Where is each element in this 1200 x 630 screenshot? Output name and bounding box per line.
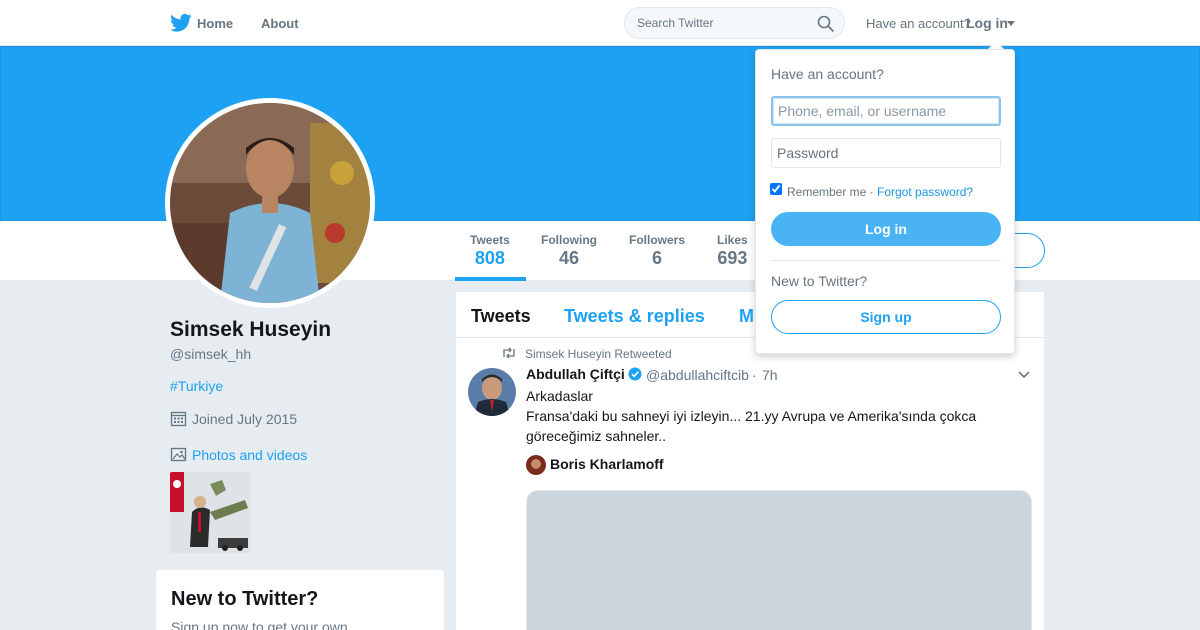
stat-label: Followers xyxy=(629,233,686,247)
stat-tweets[interactable]: Tweets 808 xyxy=(470,233,510,269)
login-button[interactable]: Log in xyxy=(771,212,1001,246)
username-field[interactable] xyxy=(771,96,1001,126)
remember-me-checkbox[interactable] xyxy=(770,183,782,195)
stat-label: Likes xyxy=(717,233,748,247)
remember-me-label[interactable]: Remember me · xyxy=(787,185,874,199)
retweet-icon xyxy=(503,347,515,359)
stat-likes[interactable]: Likes 693 xyxy=(717,233,748,269)
verified-badge-icon xyxy=(628,367,642,381)
forgot-password-link[interactable]: Forgot password? xyxy=(877,185,973,199)
login-menu-link[interactable]: Log in xyxy=(966,15,1008,31)
active-tab-underline xyxy=(455,277,526,281)
stat-value: 6 xyxy=(652,248,663,268)
profile-hashtag-link[interactable]: #Turkiye xyxy=(170,378,223,394)
tweet-text: Arkadaslar Fransa'daki bu sahneyi iyi iz… xyxy=(526,388,977,444)
joined-date: Joined July 2015 xyxy=(192,411,298,427)
login-dropdown-title: Have an account? xyxy=(771,66,884,82)
tweet-author-name[interactable]: Abdullah Çiftçi xyxy=(526,366,625,382)
tweet-separator: · xyxy=(752,367,757,383)
profile-name[interactable]: Simsek Huseyin xyxy=(170,318,331,342)
stat-value: 693 xyxy=(717,248,748,268)
signup-promo-card: New to Twitter? Sign up now to get your … xyxy=(156,570,444,630)
avatar-photo xyxy=(170,103,370,303)
image-icon xyxy=(170,447,187,462)
search-icon[interactable] xyxy=(817,15,834,32)
password-field[interactable] xyxy=(771,138,1001,168)
photos-and-videos-link[interactable]: Photos and videos xyxy=(192,447,307,463)
media-thumbnail[interactable] xyxy=(170,472,251,553)
tweet-author-handle[interactable]: @abdullahciftcib xyxy=(646,367,749,383)
stat-label: Following xyxy=(541,233,597,247)
search-box xyxy=(624,7,845,39)
tweet-author-avatar[interactable] xyxy=(468,368,516,416)
top-navigation-bar: Home About Have an account? Log in xyxy=(0,0,1200,46)
stat-label: Tweets xyxy=(470,233,510,247)
nav-about-link[interactable]: About xyxy=(261,16,299,31)
signup-button[interactable]: Sign up xyxy=(771,300,1001,334)
dropdown-divider xyxy=(771,260,1001,261)
twitter-bird-icon[interactable] xyxy=(170,13,192,33)
stat-value: 808 xyxy=(474,248,505,268)
tweet-media-card[interactable] xyxy=(526,490,1032,630)
search-input[interactable] xyxy=(625,8,810,38)
tab-tweets-and-replies[interactable]: Tweets & replies xyxy=(564,306,705,327)
stat-value: 46 xyxy=(558,248,580,268)
login-dropdown: Have an account? Remember me · Forgot pa… xyxy=(755,49,1015,354)
tab-tweets[interactable]: Tweets xyxy=(471,306,531,327)
stat-following[interactable]: Following 46 xyxy=(541,233,597,269)
quoted-author-avatar[interactable] xyxy=(526,455,546,475)
nav-home-link[interactable]: Home xyxy=(197,16,233,31)
signup-card-text: Sign up now to get your own xyxy=(171,619,348,630)
signup-card-title: New to Twitter? xyxy=(171,588,319,610)
have-account-text: Have an account? xyxy=(866,16,971,31)
chevron-down-icon[interactable] xyxy=(1007,21,1015,26)
calendar-icon xyxy=(170,411,187,427)
quoted-author-name[interactable]: Boris Kharlamoff xyxy=(550,456,664,472)
chevron-down-icon[interactable] xyxy=(1018,371,1030,379)
tweet-timestamp[interactable]: 7h xyxy=(762,367,778,383)
profile-handle[interactable]: @simsek_hh xyxy=(170,346,251,362)
profile-avatar[interactable] xyxy=(165,98,375,308)
new-to-twitter-text: New to Twitter? xyxy=(771,273,868,289)
retweeted-by-text[interactable]: Simsek Huseyin Retweeted xyxy=(525,347,672,361)
stat-followers[interactable]: Followers 6 xyxy=(629,233,685,269)
tab-media[interactable]: M xyxy=(739,306,754,327)
